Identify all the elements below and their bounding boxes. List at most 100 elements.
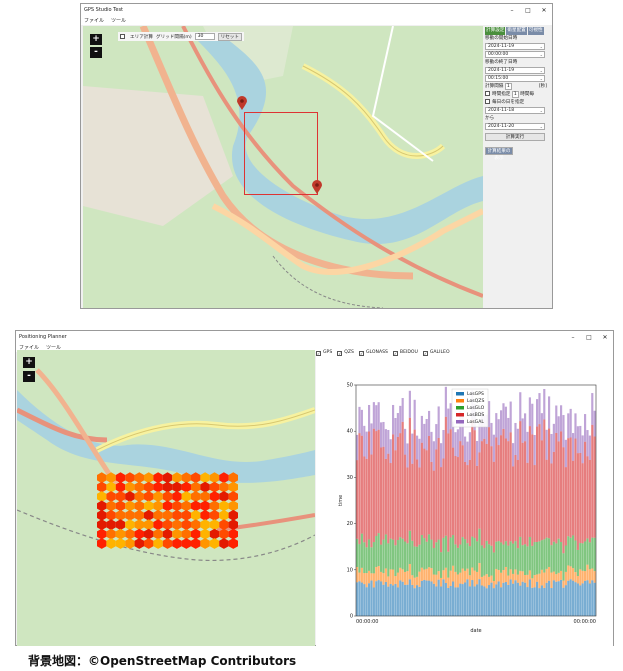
bar-segment-losgps (490, 582, 493, 616)
map-view[interactable]: + - エリア計算 グリッド間隔(m) 30 リセット (83, 26, 483, 308)
bar-segment-losglo (365, 547, 368, 574)
legend-swatch (456, 406, 464, 410)
bar-segment-losglo (581, 543, 584, 571)
to-date-field[interactable]: 2024-11-20 ⌄ (485, 123, 545, 130)
gnss-filter-gps[interactable]: ✓ GPS (316, 349, 332, 357)
bar-segment-losglo (473, 538, 476, 571)
bar-segment-losgps (380, 581, 383, 616)
gnss-checkbox[interactable]: ✓ (337, 350, 343, 356)
bar-segment-losqzs (574, 572, 577, 583)
bar-segment-losglo (454, 544, 457, 572)
end-time-field[interactable]: 00:15:00 ⌄ (485, 75, 545, 82)
bar-segment-losbds (555, 432, 558, 544)
bar-segment-losgal (536, 399, 539, 427)
bar-segment-losqzs (466, 568, 469, 580)
bar-segment-losglo (483, 548, 486, 576)
bar-segment-losbds (461, 445, 464, 538)
bar-segment-losglo (584, 541, 587, 572)
start-marker-icon[interactable] (237, 96, 247, 110)
start-date-field[interactable]: 2024-11-19 ⌄ (485, 43, 545, 50)
tab-calc-settings[interactable]: 計算設定 (485, 27, 506, 35)
run-calc-button[interactable]: 計算実行 (485, 133, 545, 141)
close-button[interactable]: ✕ (536, 7, 552, 14)
menu-tools[interactable]: ツール (111, 17, 126, 24)
bar-segment-losbds (454, 455, 457, 545)
bar-segment-losgps (396, 587, 399, 616)
bar-segment-losgal (468, 432, 471, 460)
minimize-button[interactable]: – (504, 7, 520, 14)
bar-segment-losgal (368, 404, 371, 432)
bar-segment-losglo (552, 541, 555, 572)
tab-visibility[interactable]: 可視性 (527, 27, 544, 35)
zoom-in-button[interactable]: + (23, 357, 35, 368)
gnss-filter-glonass[interactable]: ✓ GLONASS (358, 349, 388, 357)
bar-segment-losbds (591, 424, 594, 538)
bar-segment-losgal (382, 421, 385, 447)
bar-segment-losgps (365, 587, 368, 616)
end-marker-icon[interactable] (312, 180, 322, 194)
zoom-out-button[interactable]: - (90, 47, 102, 58)
gnss-checkbox[interactable]: ✓ (392, 350, 398, 356)
menu-file[interactable]: ファイル (84, 17, 104, 24)
maximize-button[interactable]: □ (581, 334, 597, 341)
gnss-checkbox[interactable]: ✓ (358, 350, 364, 356)
bar-segment-losgal (406, 443, 409, 468)
bar-segment-losqzs (423, 569, 426, 580)
bar-segment-losqzs (560, 570, 563, 580)
bar-segment-losbds (396, 436, 399, 541)
bar-segment-losbds (404, 454, 407, 542)
bar-segment-losgps (572, 580, 575, 616)
zoom-out-button[interactable]: - (23, 371, 35, 382)
maximize-button[interactable]: □ (520, 7, 536, 14)
bar-segment-losgps (430, 581, 433, 616)
bar-segment-losgps (435, 586, 438, 616)
bar-segment-losbds (543, 419, 546, 540)
calc-area-rectangle[interactable] (244, 112, 318, 195)
bar-segment-losgps (507, 584, 510, 616)
gnss-filter-beidou[interactable]: ✓ BEIDOU (392, 349, 418, 357)
bar-segment-losgps (548, 580, 551, 616)
gnss-checkbox[interactable]: ✓ (422, 350, 428, 356)
gnss-checkbox[interactable]: ✓ (316, 350, 321, 356)
calc-interval-input[interactable]: 1 (504, 83, 512, 90)
daily-checkbox[interactable] (485, 99, 490, 104)
reset-button[interactable]: リセット (217, 32, 242, 41)
show-results-button[interactable]: 計算結果の表示 (485, 147, 513, 161)
bar-segment-losqzs (500, 572, 503, 588)
bar-segment-losqzs (408, 563, 411, 580)
bar-segment-losbds (387, 453, 390, 544)
close-button[interactable]: ✕ (597, 334, 613, 341)
bar-segment-losgps (372, 587, 375, 616)
start-date-value: 2024-11-19 (488, 44, 515, 49)
heatmap-map-view[interactable]: + - (17, 350, 315, 646)
bar-segment-losbds (502, 428, 505, 545)
bar-segment-losgps (375, 581, 378, 616)
end-date-field[interactable]: 2024-11-19 ⌄ (485, 67, 545, 74)
gnss-filter-qzs[interactable]: ✓ QZS (337, 349, 354, 357)
minimize-button[interactable]: – (565, 334, 581, 341)
bar-segment-losbds (540, 440, 543, 541)
calc-interval-unit: [秒] (538, 84, 547, 89)
bar-segment-losgps (562, 587, 565, 616)
bar-segment-losqzs (444, 567, 447, 584)
bar-segment-losqzs (543, 572, 546, 588)
tab-satellite[interactable]: 衛星配置 (506, 27, 527, 35)
start-time-field[interactable]: 00:00:00 ⌄ (485, 51, 545, 58)
bar-segment-losgps (384, 581, 387, 616)
bar-segment-losgal (360, 409, 363, 436)
gnss-filter-galileo[interactable]: ✓ GALILEO (422, 349, 450, 357)
area-calc-checkbox[interactable] (120, 34, 125, 39)
bar-segment-losqzs (512, 573, 515, 584)
grid-interval-input[interactable]: 30 (194, 33, 215, 40)
time-spec-checkbox[interactable] (485, 91, 490, 96)
bar-segment-losgps (531, 587, 534, 616)
bar-segment-losgps (516, 582, 519, 616)
time-spec-input[interactable]: 1 (511, 91, 519, 98)
from-date-field[interactable]: 2024-11-18 ⌄ (485, 107, 545, 114)
bar-segment-losgps (452, 581, 455, 616)
bar-segment-losgal (358, 406, 361, 434)
zoom-in-button[interactable]: + (90, 34, 102, 45)
bar-segment-losgal (425, 419, 428, 451)
bar-segment-losgal (411, 433, 414, 464)
bar-segment-losgps (485, 588, 488, 616)
